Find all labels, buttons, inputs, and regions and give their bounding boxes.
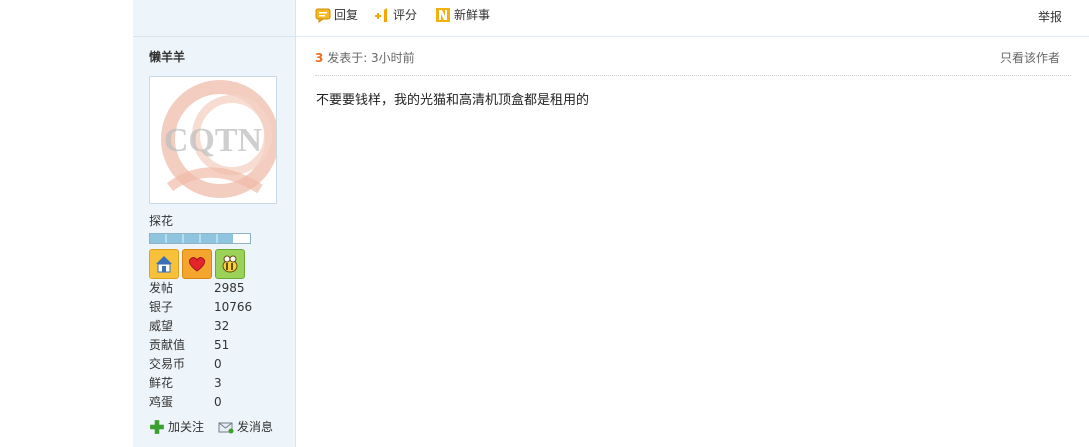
- avatar-image: CQTN: [150, 77, 276, 203]
- stat-label: 威望: [149, 319, 174, 333]
- heart-medal-icon[interactable]: [182, 249, 212, 279]
- message-label: 发消息: [237, 420, 274, 434]
- report-link[interactable]: 举报: [1038, 8, 1062, 25]
- reply-icon: [315, 8, 331, 23]
- left-gutter: [0, 0, 133, 447]
- news-icon: [436, 7, 450, 22]
- floor-number[interactable]: 3: [315, 51, 323, 65]
- stat-value[interactable]: 2985: [214, 279, 245, 298]
- follow-label: 加关注: [168, 420, 205, 434]
- user-stats: 发帖 2985 银子 10766 威望 32 贡献值 51 交易币 0 鲜花 3 鸡蛋 0: [149, 279, 289, 412]
- fresh-news-button[interactable]: 新鲜事: [435, 6, 490, 23]
- sidebar-actions: 加关注 发消息: [149, 418, 273, 435]
- level-progress-fill: [150, 234, 233, 243]
- reply-label: 回复: [334, 8, 359, 22]
- home-medal-icon[interactable]: [149, 249, 179, 279]
- bee-medal-icon[interactable]: [215, 249, 245, 279]
- stat-label: 贡献值: [149, 338, 186, 352]
- level-progress-bar: [149, 233, 251, 244]
- rate-label: 评分: [393, 8, 418, 22]
- post-time: 发表于: 3小时前: [327, 51, 415, 65]
- fresh-news-label: 新鲜事: [454, 8, 491, 22]
- stat-value[interactable]: 0: [214, 355, 222, 374]
- stat-label: 发帖: [149, 281, 174, 295]
- stat-label: 银子: [149, 300, 174, 314]
- stat-value[interactable]: 0: [214, 393, 222, 412]
- send-message-button[interactable]: 发消息: [218, 418, 273, 435]
- stat-row: 发帖 2985: [149, 279, 289, 298]
- plus-one-icon: [375, 7, 387, 22]
- user-sidebar: 懒羊羊 CQTN 探花 发帖 2985 银子 10766 威望 32 贡献值 5…: [133, 0, 296, 447]
- stat-row: 银子 10766: [149, 298, 289, 317]
- stat-row: 威望 32: [149, 317, 289, 336]
- rate-button[interactable]: 评分: [374, 6, 417, 23]
- reply-button[interactable]: 回复: [315, 6, 358, 23]
- envelope-icon: [218, 422, 234, 433]
- stat-label: 鲜花: [149, 376, 174, 390]
- post-meta: 3 发表于: 3小时前: [315, 49, 415, 66]
- stat-row: 交易币 0: [149, 355, 289, 374]
- stat-label: 鸡蛋: [149, 395, 174, 409]
- avatar[interactable]: CQTN: [149, 76, 277, 204]
- stat-label: 交易币: [149, 357, 186, 371]
- user-rank: 探花: [149, 214, 174, 228]
- stat-value[interactable]: 32: [214, 317, 229, 336]
- post-content: 不要要钱样，我的光猫和高清机顶盒都是租用的: [316, 93, 590, 108]
- post-action-bar: 回复 评分 新鲜事 举报: [296, 0, 1089, 37]
- stat-row: 贡献值 51: [149, 336, 289, 355]
- sidebar-top-strip: [133, 0, 295, 37]
- follow-button[interactable]: 加关注: [149, 418, 204, 435]
- plus-icon: [150, 419, 164, 434]
- stat-value[interactable]: 3: [214, 374, 222, 393]
- stat-value[interactable]: 10766: [214, 298, 252, 317]
- stat-row: 鲜花 3: [149, 374, 289, 393]
- only-author-link[interactable]: 只看该作者: [1000, 49, 1060, 66]
- stat-row: 鸡蛋 0: [149, 393, 289, 412]
- avatar-watermark: CQTN: [164, 122, 263, 159]
- meta-divider: [315, 75, 1071, 76]
- username[interactable]: 懒羊羊: [149, 48, 185, 65]
- stat-value[interactable]: 51: [214, 336, 229, 355]
